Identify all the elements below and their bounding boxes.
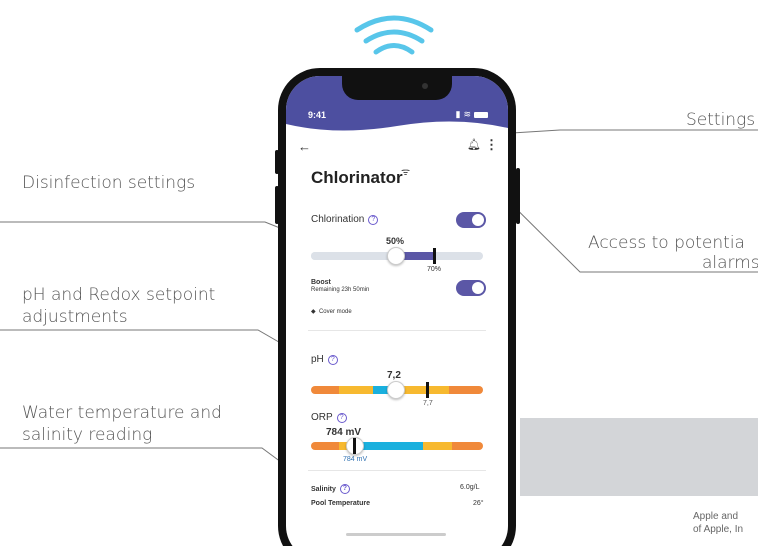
callout-disinfection: Disinfection settings [22, 173, 196, 193]
chlorination-fill-left [311, 252, 397, 260]
boost-remaining: Remaining 23h 50min [311, 287, 370, 293]
boost-toggle[interactable] [456, 280, 486, 296]
more-options-icon[interactable]: ⋮ [485, 137, 498, 153]
pool-temperature-value: 26° [473, 500, 484, 507]
orp-setpoint-label: 784 mV [343, 456, 368, 463]
footnote-line-1: Apple and [693, 511, 739, 522]
back-arrow-icon[interactable]: ← [298, 139, 311, 154]
ph-setpoint-marker[interactable] [426, 382, 429, 398]
wifi-icon: ≋ [463, 109, 471, 119]
callout-ph-redox-2: adjustments [22, 307, 128, 327]
cover-mode-icon: ◆ [311, 309, 316, 315]
ph-label-text: pH [311, 354, 324, 365]
home-indicator [346, 533, 446, 536]
help-icon[interactable]: ? [327, 355, 338, 365]
divider [308, 470, 486, 471]
boost-label: Boost [311, 279, 331, 286]
help-icon[interactable]: ? [368, 215, 379, 225]
page-title: Chlorinator [311, 168, 403, 187]
chlorination-slider-thumb[interactable] [387, 247, 405, 265]
ph-label: pH? [311, 354, 338, 365]
status-icons: ▮ ≋ [455, 109, 488, 120]
phone-notch [342, 76, 452, 100]
chlorination-max-label: 70% [427, 266, 442, 273]
phone-side-button [516, 168, 520, 224]
orp-track[interactable] [311, 442, 483, 450]
pool-temperature-label: Pool Temperature [311, 500, 370, 507]
cover-mode[interactable]: ◆ Cover mode [311, 308, 352, 315]
chlorination-max-marker[interactable] [433, 248, 436, 264]
chlorination-toggle[interactable] [456, 212, 486, 228]
orp-setpoint-marker[interactable] [353, 438, 356, 454]
wifi-signal-icon [354, 15, 434, 55]
connected-wifi-icon: ᯤ [401, 167, 411, 178]
callout-water-1: Water temperature and [22, 403, 222, 423]
ph-slider-thumb[interactable] [387, 381, 405, 399]
orp-label-text: ORP [311, 412, 333, 423]
phone-screen: 9:41 ▮ ≋ ← 🔔︎ ⋮ Chlorinator ᯤ Chlorinati… [286, 76, 508, 546]
callout-alarms-1: Access to potentia [588, 233, 745, 253]
orp-label: ORP? [311, 412, 347, 423]
callout-alarms-2: alarms [702, 253, 758, 273]
callout-ph-redox-1: pH and Redox setpoint [22, 285, 216, 305]
salinity-label-text: Salinity [311, 486, 336, 493]
phone-frame: 9:41 ▮ ≋ ← 🔔︎ ⋮ Chlorinator ᯤ Chlorinati… [278, 68, 516, 546]
battery-icon [474, 111, 488, 118]
salinity-value: 6.0g/L [460, 484, 480, 491]
chlorination-label-text: Chlorination [311, 214, 365, 225]
callout-settings: Settings [686, 110, 756, 130]
divider [308, 330, 486, 331]
ph-setpoint-label: 7,7 [423, 400, 433, 407]
ph-value: 7,2 [387, 370, 401, 381]
signal-icon: ▮ [455, 109, 461, 119]
help-icon[interactable]: ? [336, 413, 347, 423]
salinity-label: Salinity? [311, 484, 350, 494]
footnote-line-2: of Apple, In [693, 524, 744, 535]
gray-band [520, 418, 758, 496]
chlorination-label: Chlorination? [311, 214, 379, 225]
chlorination-value: 50% [386, 236, 405, 246]
status-time: 9:41 [308, 110, 327, 120]
callout-water-2: salinity reading [22, 425, 153, 445]
cover-mode-label: Cover mode [318, 309, 352, 315]
bell-icon[interactable]: 🔔︎ [467, 138, 481, 151]
help-icon[interactable]: ? [339, 484, 350, 494]
